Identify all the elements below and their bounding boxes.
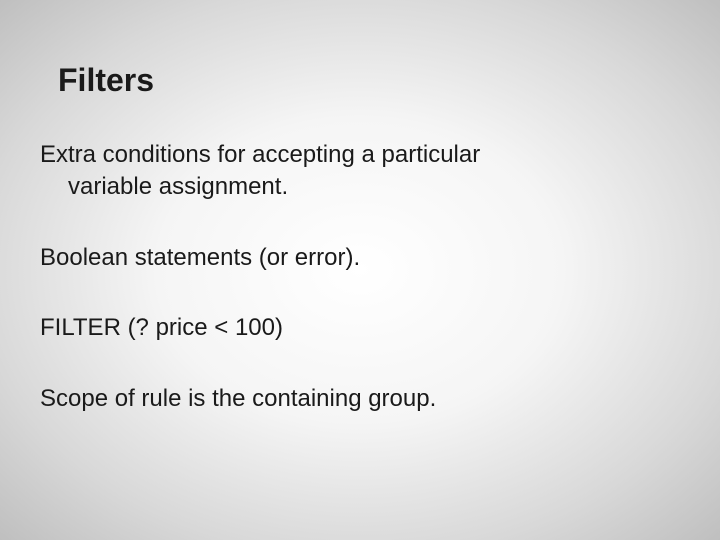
slide-title: Filters [58, 62, 680, 99]
paragraph-boolean: Boolean statements (or error). [40, 242, 680, 274]
paragraph-line-1: Extra conditions for accepting a particu… [40, 141, 480, 168]
paragraph-scope: Scope of rule is the containing group. [40, 383, 680, 415]
paragraph-filter-example: FILTER (? price < 100) [40, 312, 680, 344]
slide-container: Filters Extra conditions for accepting a… [0, 0, 720, 540]
paragraph-line-2: variable assignment. [40, 171, 680, 203]
paragraph-definition: Extra conditions for accepting a particu… [40, 139, 680, 204]
